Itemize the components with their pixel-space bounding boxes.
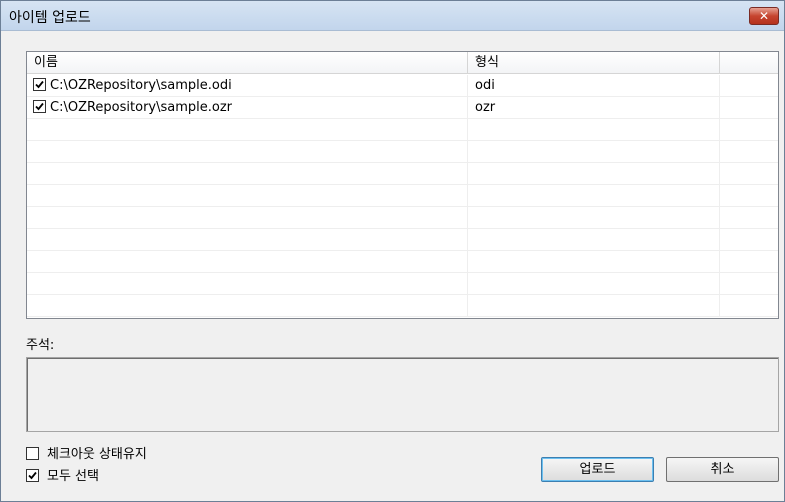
keep-checkout-checkbox[interactable] <box>26 447 39 460</box>
column-header-extra[interactable] <box>720 52 778 74</box>
comment-field[interactable] <box>26 357 779 432</box>
select-all-option[interactable]: 모두 선택 <box>26 465 99 484</box>
empty-row <box>27 163 778 185</box>
empty-cell <box>468 273 720 294</box>
empty-row <box>27 229 778 251</box>
row-extra-cell <box>720 163 778 184</box>
empty-row <box>27 207 778 229</box>
select-all-label: 모두 선택 <box>47 469 99 484</box>
row-extra-cell <box>720 75 778 96</box>
empty-cell <box>27 119 468 140</box>
row-extra-cell <box>720 141 778 162</box>
row-extra-cell <box>720 295 778 316</box>
table-row[interactable]: C:\OZRepository\sample.odi odi <box>27 75 778 97</box>
empty-cell <box>468 119 720 140</box>
row-name-cell: C:\OZRepository\sample.odi <box>27 75 468 96</box>
row-file-path: C:\OZRepository\sample.ozr <box>50 100 232 115</box>
row-extra-cell <box>720 97 778 118</box>
cancel-button[interactable]: 취소 <box>666 457 779 482</box>
empty-cell <box>468 185 720 206</box>
select-all-checkbox[interactable] <box>26 469 39 482</box>
empty-cell <box>468 251 720 272</box>
empty-cell <box>27 229 468 250</box>
row-file-type: ozr <box>475 100 496 115</box>
row-name-cell: C:\OZRepository\sample.ozr <box>27 97 468 118</box>
close-button[interactable]: ✕ <box>749 7 779 25</box>
row-type-cell: ozr <box>468 97 720 118</box>
upload-dialog: 아이템 업로드 ✕ 이름 형식 C:\OZRepository\sample.o… <box>0 0 785 502</box>
row-file-type: odi <box>475 78 495 93</box>
row-checkbox[interactable] <box>33 100 46 113</box>
row-type-cell: odi <box>468 75 720 96</box>
empty-cell <box>468 295 720 316</box>
row-extra-cell <box>720 229 778 250</box>
row-extra-cell <box>720 119 778 140</box>
row-extra-cell <box>720 251 778 272</box>
comment-label: 주석: <box>26 338 55 353</box>
list-header: 이름 형식 <box>27 52 778 74</box>
empty-cell <box>27 141 468 162</box>
row-extra-cell <box>720 273 778 294</box>
table-row[interactable]: C:\OZRepository\sample.ozr ozr <box>27 97 778 119</box>
empty-cell <box>27 251 468 272</box>
empty-row <box>27 251 778 273</box>
empty-cell <box>468 163 720 184</box>
row-extra-cell <box>720 185 778 206</box>
empty-cell <box>27 163 468 184</box>
empty-cell <box>27 185 468 206</box>
empty-cell <box>468 141 720 162</box>
row-checkbox[interactable] <box>33 78 46 91</box>
empty-row <box>27 141 778 163</box>
empty-row <box>27 119 778 141</box>
window-title: 아이템 업로드 <box>9 10 91 26</box>
empty-cell <box>468 207 720 228</box>
keep-checkout-label: 체크아웃 상태유지 <box>47 447 147 462</box>
title-bar[interactable]: 아이템 업로드 ✕ <box>1 1 784 31</box>
close-icon: ✕ <box>758 9 770 23</box>
empty-cell <box>468 229 720 250</box>
empty-cell <box>27 295 468 316</box>
item-list[interactable]: 이름 형식 C:\OZRepository\sample.odi odi C:\OZ… <box>26 51 779 319</box>
empty-row <box>27 295 778 317</box>
list-rows: C:\OZRepository\sample.odi odi C:\OZReposi… <box>27 75 778 318</box>
keep-checkout-option[interactable]: 체크아웃 상태유지 <box>26 443 147 462</box>
empty-row <box>27 273 778 295</box>
empty-row <box>27 185 778 207</box>
empty-cell <box>27 207 468 228</box>
column-header-type[interactable]: 형식 <box>468 52 720 74</box>
empty-cell <box>27 273 468 294</box>
upload-button[interactable]: 업로드 <box>541 457 654 482</box>
row-file-path: C:\OZRepository\sample.odi <box>50 78 232 93</box>
column-header-name[interactable]: 이름 <box>27 52 468 74</box>
row-extra-cell <box>720 207 778 228</box>
